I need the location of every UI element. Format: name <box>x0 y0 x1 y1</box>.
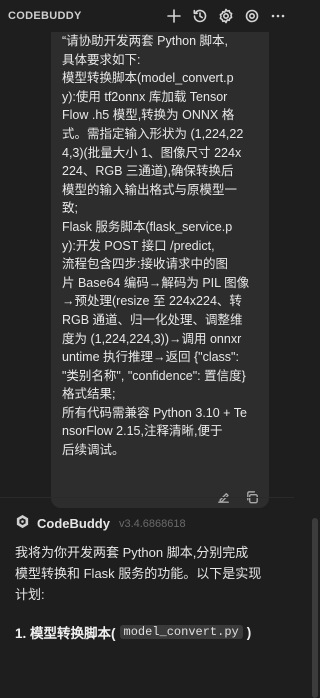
new-chat-button[interactable] <box>164 6 184 26</box>
edit-message-button[interactable] <box>216 490 231 509</box>
user-message-line: 片 Base64 编码→解码为 PIL 图像 <box>62 275 250 290</box>
more-icon <box>271 14 285 18</box>
user-message-line: 度为 (1,224,224,3))→调用 onnxr <box>62 331 242 346</box>
codebuddy-logo-icon <box>15 514 30 533</box>
scrollbar-thumb[interactable] <box>312 518 318 698</box>
user-message-line: 所有代码需兼容 Python 3.10 + Te <box>62 405 247 420</box>
section-heading: 1. 模型转换脚本( model_convert.py ) <box>15 622 251 642</box>
message-actions <box>216 490 260 509</box>
history-icon <box>193 9 207 23</box>
user-message-line: 格式结果; <box>62 387 116 402</box>
user-message-line: 224、RGB 三通道),确保转换后 <box>62 164 234 179</box>
user-message-bubble: “请协助开发两套 Python 脚本, 具体要求如下: 模型转换脚本(model_c… <box>51 32 269 508</box>
toolbar <box>164 6 288 26</box>
app-title: CODEBUDDY <box>8 10 82 22</box>
assistant-name: CodeBuddy <box>37 516 110 531</box>
assistant-header: CodeBuddy v3.4.6868618 <box>15 514 186 533</box>
user-message-line: Flow .h5 模型,转换为 ONNX 格 <box>62 108 235 123</box>
reply-line: 模型转换和 Flask 服务的功能。以下是实现 <box>15 566 262 581</box>
settings-button[interactable] <box>216 6 236 26</box>
reply-line: 计划: <box>15 587 45 602</box>
inline-code: model_convert.py <box>119 625 243 639</box>
user-message-line: 后续调试。 <box>62 443 125 458</box>
user-message-line: untime 执行推理→返回 {"class": <box>62 350 239 365</box>
more-button[interactable] <box>268 6 288 26</box>
user-message-line: "类别名称", "confidence": 置信度} <box>62 368 246 383</box>
user-message-line: RGB 通道、归一化处理、调整维 <box>62 312 243 327</box>
user-message-line: 式。需指定输入形状为 (1,224,22 <box>62 126 244 141</box>
assistant-reply-text: 我将为你开发两套 Python 脚本,分别完成 模型转换和 Flask 服务的功能… <box>15 542 280 605</box>
heading-suffix: ) <box>246 624 252 640</box>
user-message-line: →预处理(resize 至 224x224、转 <box>62 294 242 309</box>
user-message-line: nsorFlow 2.15,注释清晰,便于 <box>62 424 223 439</box>
copy-message-button[interactable] <box>245 490 260 509</box>
gear-icon <box>219 8 233 24</box>
divider <box>0 497 294 498</box>
user-message-line: y):使用 tf2onnx 库加载 Tensor <box>62 89 228 104</box>
plus-icon <box>167 9 181 23</box>
scrollbar[interactable] <box>312 32 318 698</box>
user-message-line: 模型转换脚本(model_convert.p <box>62 71 234 86</box>
user-message-line: 具体要求如下: <box>62 52 141 67</box>
user-message-line: 致; <box>62 201 78 216</box>
user-message-line: 4,3)(批量大小 1、图像尺寸 224x <box>62 145 242 160</box>
chat-scroll-area[interactable]: “请协助开发两套 Python 脚本, 具体要求如下: 模型转换脚本(model_c… <box>0 32 294 666</box>
user-message-text: “请协助开发两套 Python 脚本, 具体要求如下: 模型转换脚本(model_c… <box>62 32 259 460</box>
title-bar: CODEBUDDY <box>0 0 294 32</box>
user-message-line: y):开发 POST 接口 /predict, <box>62 238 215 253</box>
heading-prefix: 1. 模型转换脚本( <box>15 626 116 641</box>
user-message-line: 流程包含四步:接收请求中的图 <box>62 257 228 272</box>
user-message-line: 模型的输入输出格式与原模型一 <box>62 182 238 197</box>
assistant-version: v3.4.6868618 <box>118 517 186 530</box>
user-message-line: “请协助开发两套 Python 脚本, <box>62 34 228 48</box>
user-message-line: Flask 服务脚本(flask_service.p <box>62 219 233 234</box>
reply-line: 我将为你开发两套 Python 脚本,分别完成 <box>15 545 249 560</box>
history-button[interactable] <box>190 6 210 26</box>
extensions-button[interactable] <box>242 6 262 26</box>
target-icon <box>245 9 259 23</box>
